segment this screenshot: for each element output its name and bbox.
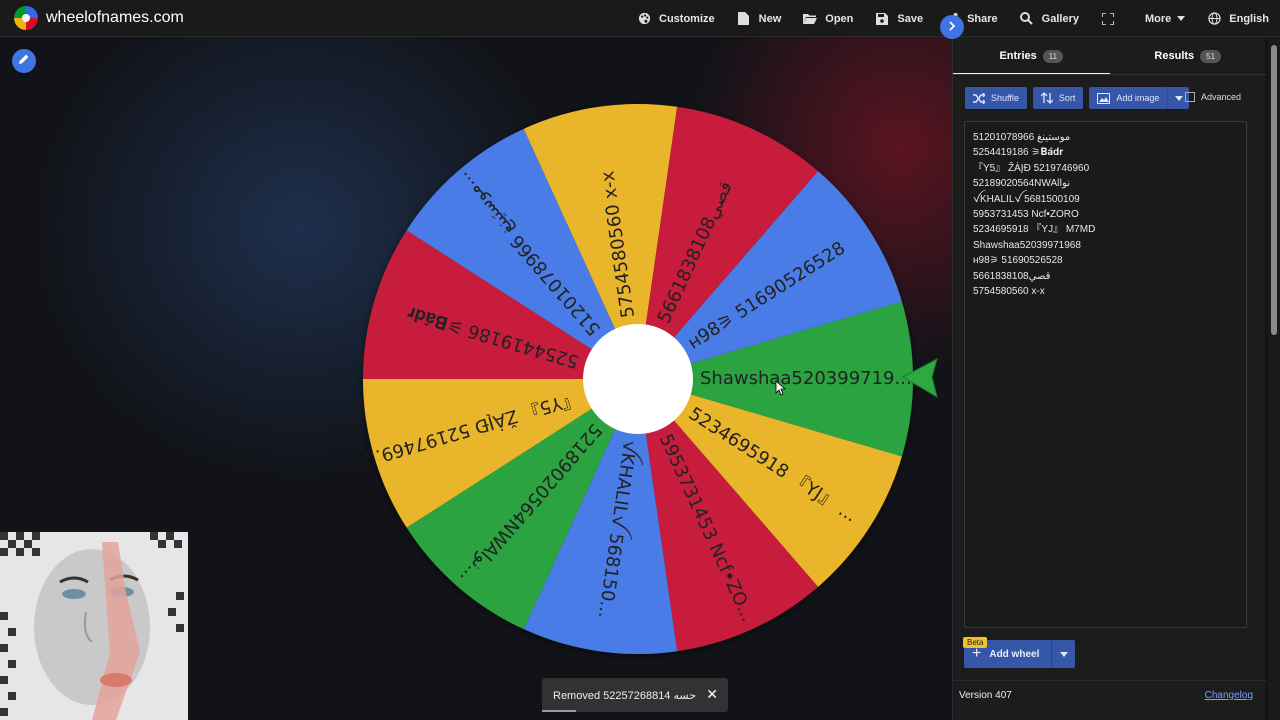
- entry-line: 5953731453 Ncf•ZORO: [973, 209, 1079, 221]
- entry-line: 52189020564NWAlنوا: [973, 178, 1071, 190]
- webcam-overlay-image: [0, 532, 188, 720]
- nav-fullscreen[interactable]: [1090, 0, 1134, 37]
- add-wheel-dropdown[interactable]: [1051, 640, 1075, 668]
- collapse-panel-button[interactable]: [940, 15, 964, 39]
- shuffle-icon: [973, 92, 985, 104]
- entry-line: 5254419186 ⚞𝐁𝐚̂𝐝𝐫: [973, 147, 1064, 159]
- tab-label: Results: [1154, 50, 1195, 62]
- globe-icon: [1207, 12, 1221, 26]
- file-icon: [737, 12, 751, 26]
- count-badge: 51: [1200, 49, 1222, 63]
- nav-label: New: [758, 12, 782, 25]
- entries-textarea[interactable]: 51201078966 موستينغ 5254419186 ⚞𝐁𝐚̂𝐝𝐫 『Y…: [964, 121, 1247, 628]
- changelog-link[interactable]: Changelog: [1205, 690, 1253, 701]
- shuffle-label: Shuffle: [991, 93, 1019, 103]
- entry-line: 5234695918 『YJ』 M7MD: [973, 224, 1096, 236]
- save-icon: [875, 12, 889, 26]
- panel-tabs: Entries 11 Results 51: [953, 37, 1266, 75]
- entry-line: н98⚞ 51690526528: [973, 255, 1063, 267]
- scroll-thumb[interactable]: [1271, 45, 1277, 335]
- tab-results[interactable]: Results 51: [1110, 37, 1267, 75]
- brand[interactable]: wheelofnames.com: [14, 6, 184, 30]
- sort-icon: [1040, 92, 1053, 104]
- nav-label: More: [1144, 12, 1172, 25]
- chevron-right-icon: [947, 18, 957, 36]
- entries-panel: Entries 11 Results 51 Shuffle Sort Add i…: [952, 37, 1266, 720]
- advanced-toggle[interactable]: Advanced: [1185, 92, 1241, 102]
- nav-label: English: [1229, 12, 1269, 25]
- entry-line: ꪜKHALILꪜ 5681500109: [973, 193, 1080, 205]
- entry-line: 5754580560 x-x: [973, 286, 1045, 298]
- entry-line: 『Y5』 ŽȦĮĐ 5219746960: [973, 162, 1090, 174]
- tabs-divider: [953, 74, 1266, 75]
- image-icon: [1097, 92, 1111, 104]
- entries-toolbar: Shuffle Sort Add image: [965, 87, 1195, 109]
- chevron-down-icon: [1059, 651, 1068, 657]
- count-badge: 11: [1042, 49, 1064, 63]
- nav-customize[interactable]: Customize: [626, 0, 726, 37]
- top-bar: wheelofnames.com Customize New Open Save: [0, 0, 1280, 37]
- chevron-down-icon: [1177, 16, 1186, 21]
- nav-label: Save: [897, 12, 924, 25]
- nav-language[interactable]: English: [1196, 0, 1280, 37]
- advanced-checkbox[interactable]: [1185, 92, 1195, 102]
- nav-label: Customize: [659, 12, 715, 25]
- version-label: Version 407: [959, 690, 1012, 701]
- beta-badge: Beta: [963, 637, 988, 648]
- nav-open[interactable]: Open: [792, 0, 864, 37]
- wheel-slice-label: Shawshaa520399719...: [700, 368, 912, 389]
- sort-button[interactable]: Sort: [1032, 87, 1084, 109]
- tab-label: Entries: [999, 50, 1037, 62]
- page-scrollbar[interactable]: [1268, 37, 1280, 720]
- toast-message: Removed 52257268814 حسه: [553, 689, 696, 702]
- add-image-button[interactable]: Add image: [1089, 87, 1190, 109]
- nav-gallery[interactable]: Gallery: [1009, 0, 1090, 37]
- palette-icon: [637, 12, 651, 26]
- fullscreen-icon: [1101, 12, 1115, 26]
- close-icon[interactable]: ✕: [706, 686, 718, 703]
- toast-progress-bar: [542, 710, 576, 712]
- toast-notification: Removed 52257268814 حسه ✕: [542, 678, 728, 712]
- wheel-center-hub[interactable]: [583, 324, 693, 434]
- search-icon: [1020, 12, 1034, 26]
- chevron-down-icon: [1174, 95, 1183, 101]
- brand-name: wheelofnames.com: [46, 9, 184, 26]
- add-wheel-label: Add wheel: [989, 648, 1040, 660]
- nav-label: Open: [825, 12, 854, 25]
- tab-entries[interactable]: Entries 11: [953, 37, 1110, 75]
- nav-more[interactable]: More: [1134, 0, 1196, 37]
- footer-divider: [953, 680, 1266, 681]
- nav-save[interactable]: Save: [864, 0, 934, 37]
- shuffle-button[interactable]: Shuffle: [965, 87, 1027, 109]
- add-image-label: Add image: [1116, 93, 1160, 103]
- advanced-label: Advanced: [1201, 92, 1242, 102]
- wheel-stage: Shawshaa520399719... 5234695918 『YJ』 ... 5…: [0, 37, 952, 720]
- wheel-logo-icon: [14, 6, 38, 30]
- nav-label: Share: [967, 12, 998, 25]
- entry-line: Shawshaa52039971968: [973, 239, 1081, 251]
- nav-new[interactable]: New: [726, 0, 793, 37]
- sort-label: Sort: [1058, 93, 1076, 103]
- entry-line: 51201078966 موستينغ: [973, 132, 1071, 143]
- folder-open-icon: [803, 12, 818, 26]
- nav-label: Gallery: [1041, 12, 1079, 25]
- entry-line: 5661838108قصي: [973, 270, 1051, 282]
